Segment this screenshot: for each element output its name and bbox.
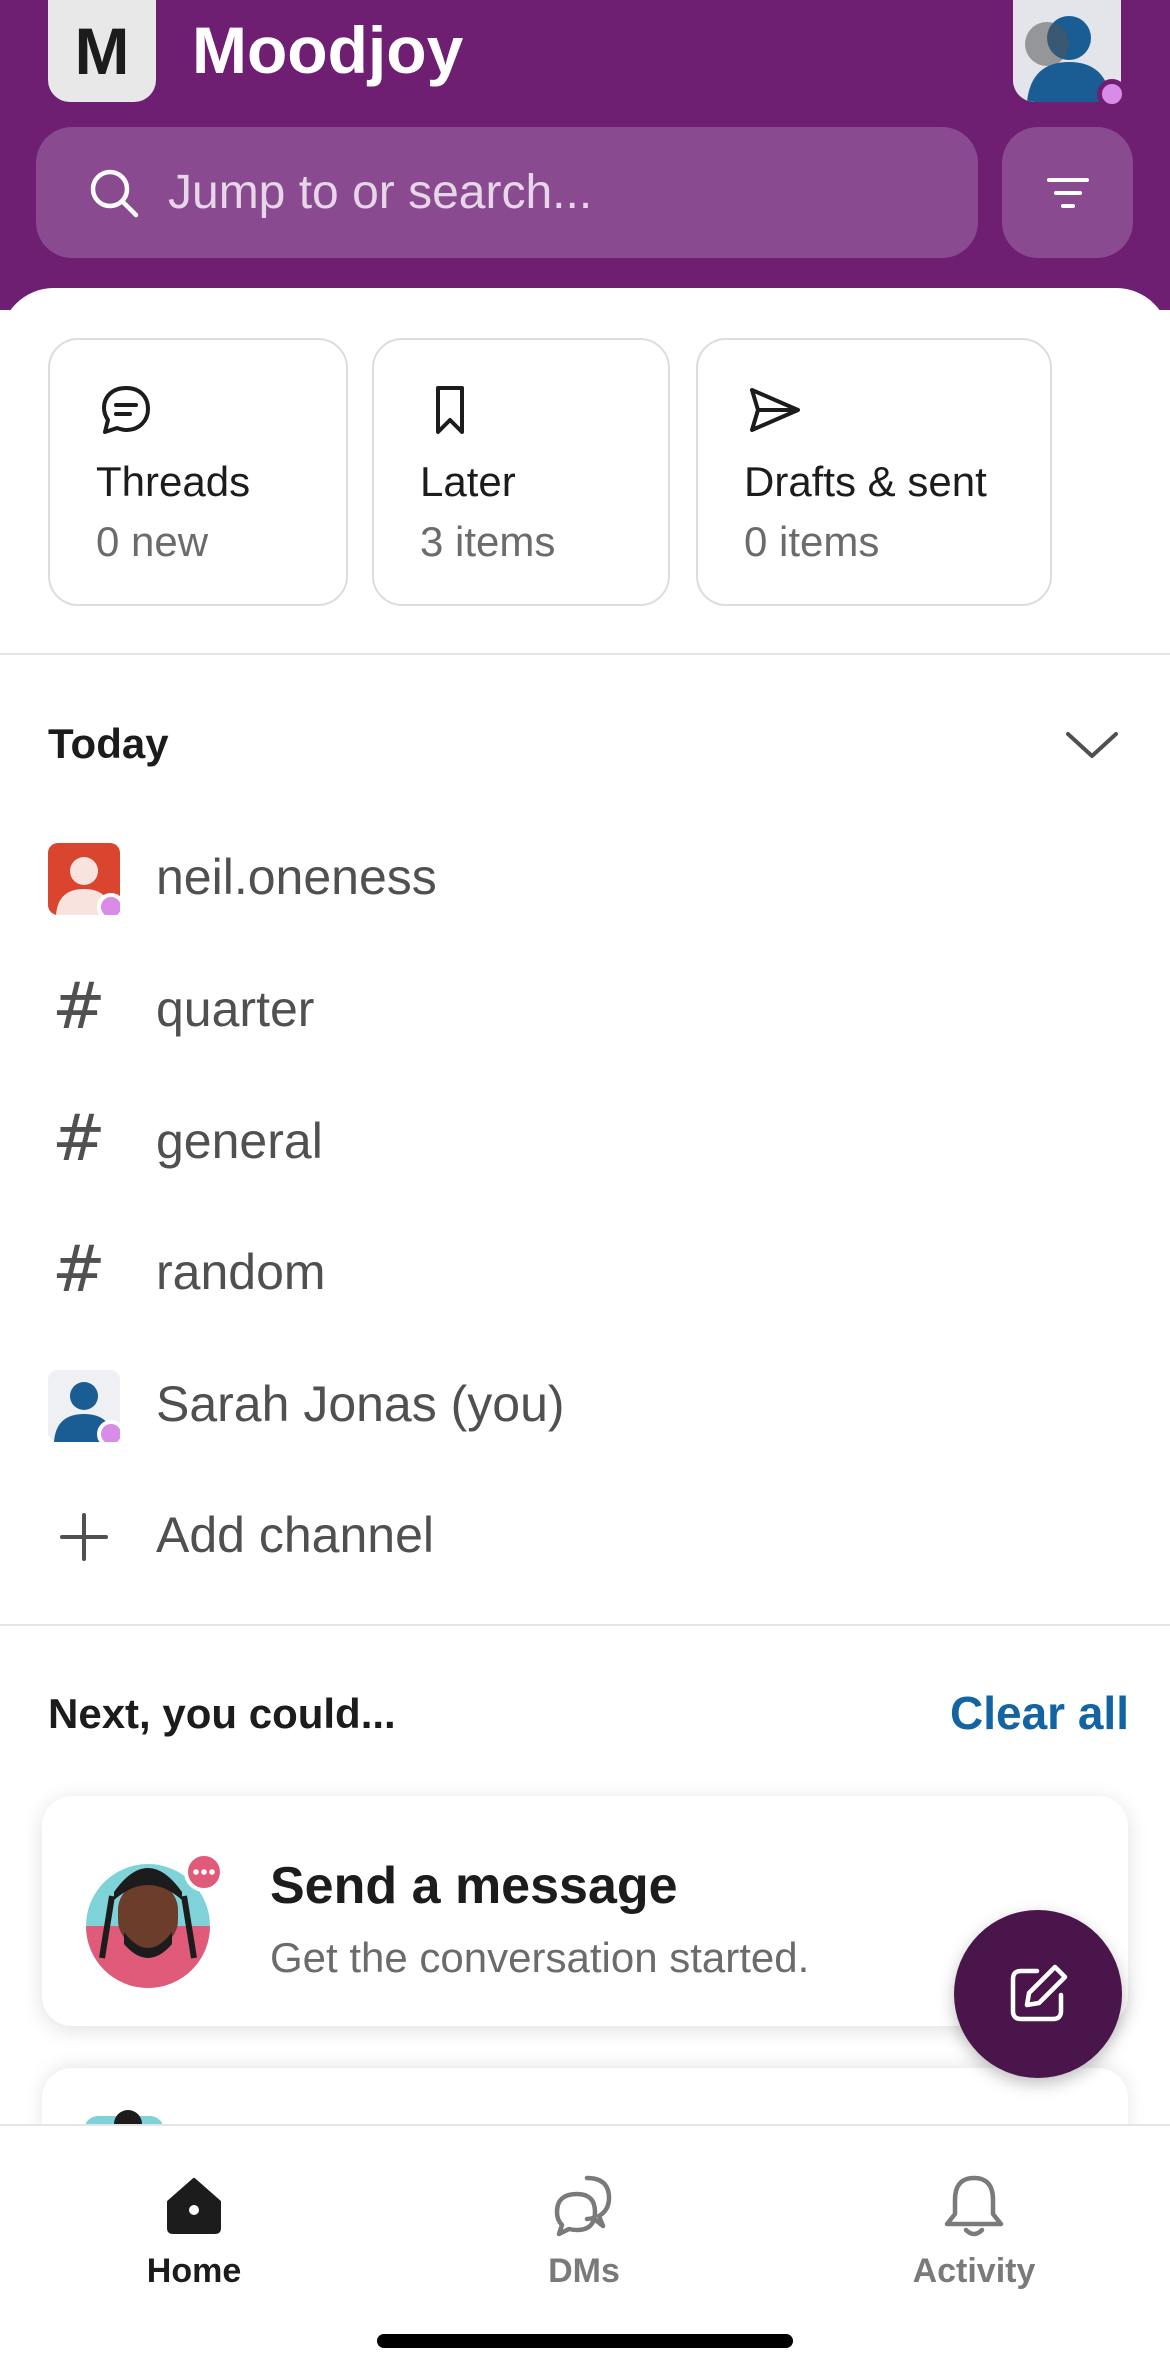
bookmark-icon — [436, 386, 464, 434]
chevron-down-icon[interactable] — [1064, 722, 1120, 766]
presence-indicator — [1097, 79, 1127, 109]
threads-count: 0 new — [96, 518, 209, 565]
bell-icon — [944, 2175, 1004, 2237]
threads-title: Threads — [96, 458, 251, 505]
tab-label: Home — [146, 2252, 242, 2290]
workspace-name[interactable]: Moodjoy — [192, 12, 463, 88]
search-bar[interactable]: Jump to or search... — [36, 127, 978, 258]
list-item-channel-general[interactable]: # general — [0, 1076, 1170, 1206]
list-item-label: random — [156, 1244, 326, 1300]
drafts-card[interactable]: Drafts & sent 0 items — [696, 338, 1052, 606]
threads-icon — [102, 386, 150, 434]
tab-home[interactable]: Home — [64, 2146, 324, 2296]
search-placeholder: Jump to or search... — [168, 166, 593, 219]
compose-icon — [1010, 1964, 1068, 2022]
divider — [0, 1624, 1170, 1626]
filter-button[interactable] — [1002, 127, 1133, 258]
tab-label: DMs — [548, 2252, 620, 2290]
next-section-title: Next, you could... — [48, 1690, 396, 1737]
list-item-label: neil.oneness — [156, 849, 437, 905]
filter-icon — [1046, 177, 1089, 208]
hash-icon: # — [52, 970, 106, 1044]
divider — [0, 653, 1170, 655]
later-title: Later — [420, 458, 516, 505]
drafts-count: 0 items — [744, 518, 880, 565]
hash-icon: # — [52, 1102, 106, 1176]
home-icon — [167, 2178, 221, 2234]
list-item-label: general — [156, 1113, 323, 1169]
hash-icon: # — [52, 1233, 106, 1307]
home-indicator — [377, 2334, 793, 2348]
list-item-channel-quarter[interactable]: # quarter — [0, 944, 1170, 1074]
add-channel-label: Add channel — [156, 1507, 435, 1563]
list-item-dm-neil[interactable]: neil.oneness — [0, 812, 1170, 942]
send-icon — [750, 388, 800, 432]
tab-activity[interactable]: Activity — [844, 2146, 1104, 2296]
compose-button[interactable] — [954, 1910, 1122, 2078]
add-channel-button[interactable]: Add channel — [0, 1470, 1170, 1600]
suggestion-subtitle: Get the conversation started. — [270, 1934, 810, 1981]
plus-icon — [60, 1513, 108, 1561]
today-section-title[interactable]: Today — [48, 720, 169, 768]
user-avatar-icon — [48, 1370, 120, 1442]
illustration-avatar — [86, 1852, 224, 1988]
clear-all-link[interactable]: Clear all — [950, 1686, 1129, 1740]
tab-dms[interactable]: DMs — [454, 2146, 714, 2296]
list-item-label: Sarah Jonas (you) — [156, 1376, 565, 1432]
list-item-channel-random[interactable]: # random — [0, 1207, 1170, 1337]
user-avatar-icon — [48, 843, 120, 915]
tab-label: Activity — [912, 2252, 1036, 2290]
workspace-icon[interactable]: M — [48, 0, 156, 102]
search-icon — [90, 169, 139, 217]
list-item-label: quarter — [156, 981, 315, 1037]
later-count: 3 items — [420, 518, 556, 565]
later-card[interactable]: Later 3 items — [372, 338, 670, 606]
threads-card[interactable]: Threads 0 new — [48, 338, 348, 606]
workspace-header: M Moodjoy Jump to or search... — [0, 0, 1170, 310]
list-item-dm-self[interactable]: Sarah Jonas (you) — [0, 1339, 1170, 1469]
dms-icon — [554, 2175, 612, 2237]
suggestion-title: Send a message — [270, 1857, 678, 1915]
drafts-title: Drafts & sent — [744, 458, 987, 505]
